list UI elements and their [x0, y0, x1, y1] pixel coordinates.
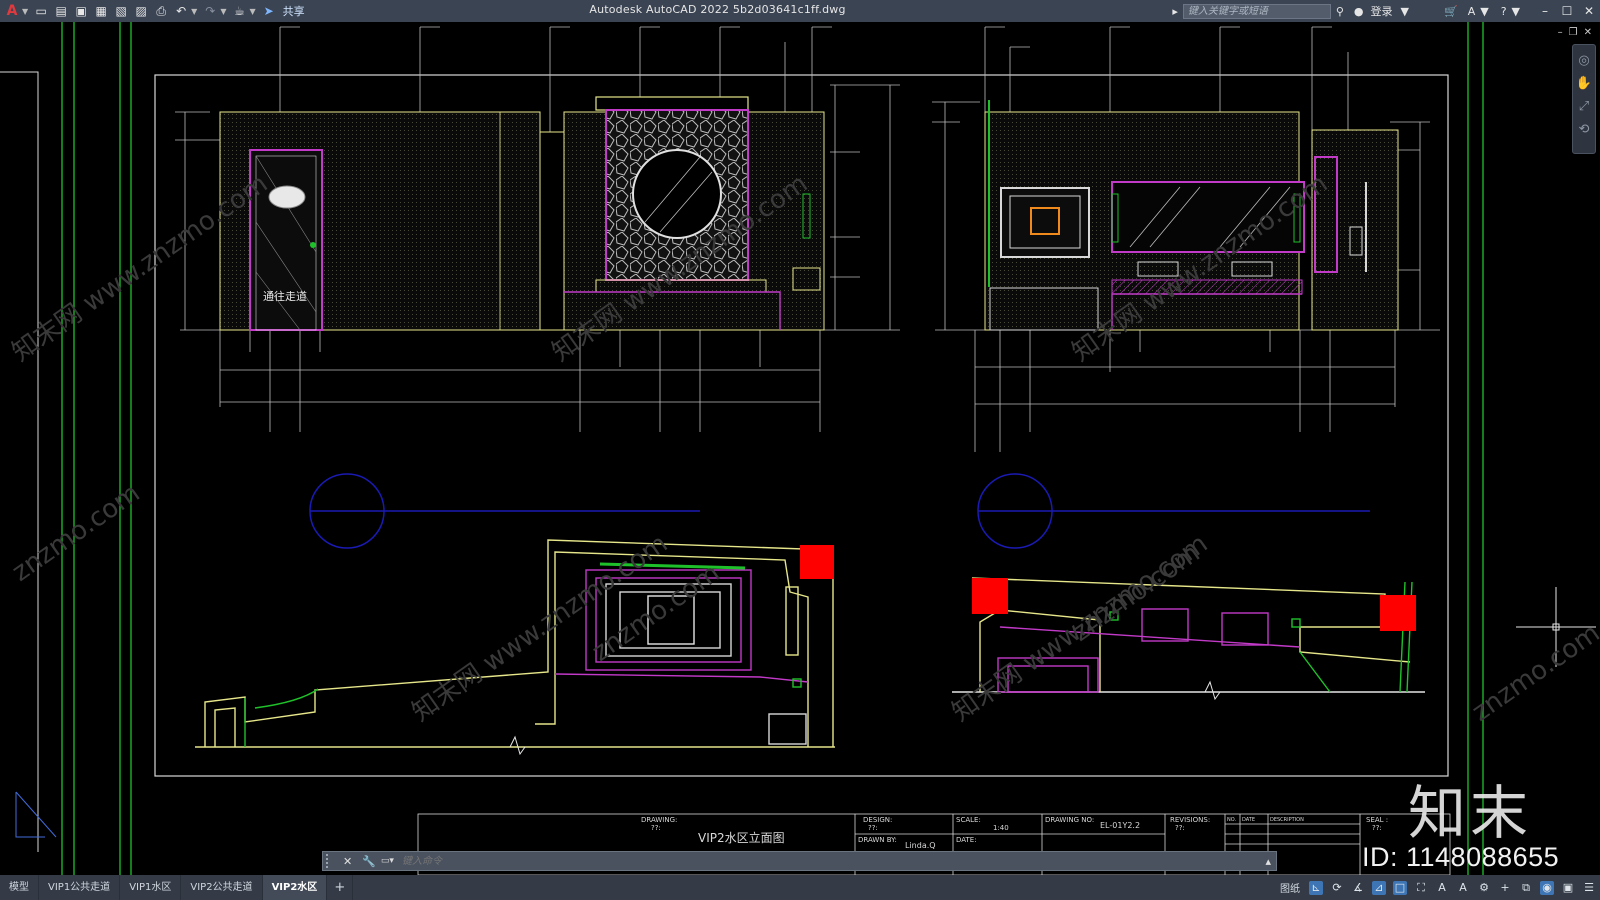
svg-text:znzmo.com: znzmo.com: [1467, 618, 1600, 728]
viewport-minimize-button[interactable]: –: [1558, 27, 1563, 38]
tb-design-value: ??:: [868, 824, 878, 832]
annotation-visibility-icon[interactable]: A: [1435, 881, 1449, 895]
column-block: [800, 545, 834, 579]
tb-drawn-by-label: DRAWN BY:: [858, 836, 897, 844]
tb-date-label: DATE:: [956, 836, 977, 844]
polar-tracking-icon[interactable]: ∡: [1351, 881, 1365, 895]
column-block: [1380, 595, 1416, 631]
user-icon[interactable]: ●: [1354, 5, 1364, 18]
svg-text:znzmo.com: znzmo.com: [7, 478, 146, 588]
customize-wrench-icon[interactable]: 🔧: [362, 855, 376, 868]
tab-vip1-wet-area[interactable]: VIP1水区: [120, 875, 182, 900]
clean-screen-icon[interactable]: ▣: [1561, 881, 1575, 895]
add-icon[interactable]: +: [1498, 881, 1512, 895]
login-button[interactable]: 登录: [1371, 3, 1393, 19]
section-markers: [309, 473, 1370, 549]
tb-scale-label: SCALE:: [956, 816, 981, 824]
orbit-icon[interactable]: ⟲: [1573, 122, 1595, 137]
pan-icon[interactable]: ✋: [1573, 76, 1595, 91]
tb-rev-col-date: DATE: [1242, 817, 1255, 823]
tb-design-label: DESIGN:: [863, 816, 892, 824]
navigation-bar[interactable]: ◎ ✋ ⤢ ⟲: [1572, 44, 1596, 154]
watermark-logo: 知末: [1408, 779, 1533, 847]
help-icon[interactable]: ?: [1501, 5, 1507, 18]
snap-mode-icon[interactable]: ⊾: [1309, 880, 1323, 895]
elevation-b: [932, 26, 1440, 452]
command-line-grip[interactable]: [326, 854, 334, 868]
tab-vip2-wet-area[interactable]: VIP2水区: [262, 875, 328, 900]
cart-icon[interactable]: 🛒: [1444, 5, 1458, 18]
viewport-restore-button[interactable]: ❐: [1569, 27, 1578, 38]
adjacent-sheet-frame: [0, 71, 57, 852]
search-icon[interactable]: ⚲: [1336, 5, 1344, 18]
tab-vip1-corridor[interactable]: VIP1公共走道: [39, 875, 121, 900]
hardware-acceleration-icon[interactable]: ◉: [1540, 880, 1554, 895]
watermark-id: ID: 1148088655: [1362, 842, 1560, 872]
status-toggles: 图纸 ⊾ ⟳ ∡ ⊿ □ ⛶ A A ⚙ + ⧉ ◉ ▣ ☰: [1280, 875, 1596, 900]
dynamic-ucs-icon[interactable]: ⟳: [1330, 881, 1344, 895]
elevation-a: [175, 26, 900, 432]
tb-drawing-label: DRAWING:: [641, 816, 677, 824]
object-snap-tracking-icon[interactable]: □: [1393, 880, 1407, 895]
tab-model[interactable]: 模型: [0, 875, 39, 900]
close-button[interactable]: ✕: [1578, 4, 1600, 18]
paper-space-button[interactable]: 图纸: [1280, 880, 1300, 895]
command-input[interactable]: [399, 854, 1261, 868]
column-block: [972, 578, 1008, 614]
tb-seal-value: ??:: [1372, 824, 1382, 832]
a360-dropdown-icon[interactable]: ▼: [1480, 5, 1488, 18]
zoom-extents-icon[interactable]: ⤢: [1573, 99, 1595, 114]
tb-revisions-value: ??:: [1175, 824, 1185, 832]
tb-drawing-no-value: EL-01Y2.2: [1100, 821, 1140, 830]
svg-text:znzmo.com: znzmo.com: [1067, 538, 1206, 648]
viewport-controls: – ❐ ✕: [1558, 27, 1592, 38]
help-dropdown-icon[interactable]: ▼: [1512, 5, 1520, 18]
search-input[interactable]: 键入关键字或短语: [1182, 3, 1331, 19]
maximize-button[interactable]: ☐: [1556, 4, 1578, 18]
add-layout-button[interactable]: +: [327, 875, 354, 900]
status-bar: 模型 VIP1公共走道 VIP1水区 VIP2公共走道 VIP2水区 + 图纸 …: [0, 875, 1600, 900]
command-line-expand-icon[interactable]: ▴: [1265, 855, 1271, 868]
expand-arrow-icon[interactable]: ▸: [1172, 5, 1178, 18]
auto-scale-icon[interactable]: A: [1456, 881, 1470, 895]
title-bar: A ▼ ▭ ▤ ▣ ▦ ▧ ▨ ⎙ ↶ ▼ ↷ ▼ ☕ ▼ ➤ 共享 Autod…: [0, 0, 1600, 22]
minimize-button[interactable]: –: [1534, 4, 1556, 18]
tb-rev-col-no: NO.: [1227, 817, 1236, 823]
tb-drawing-no-label: DRAWING NO:: [1045, 816, 1094, 824]
command-history-icon[interactable]: ▭▾: [381, 856, 394, 866]
title-right-tools: ▸ 键入关键字或短语 ⚲ ● 登录 ▼ 🛒 A ▼ ? ▼ – ☐ ✕: [1167, 0, 1600, 22]
tab-vip2-corridor[interactable]: VIP2公共走道: [181, 875, 263, 900]
customization-menu-icon[interactable]: ☰: [1582, 881, 1596, 895]
close-command-line-icon[interactable]: ✕: [343, 855, 352, 868]
tb-sheet-title: VIP2水区立面图: [698, 830, 785, 845]
object-snap-icon[interactable]: ⊿: [1372, 880, 1386, 895]
tb-scale-value: 1:40: [993, 824, 1009, 832]
viewport-close-button[interactable]: ✕: [1584, 27, 1592, 38]
autodesk-a360-icon[interactable]: A: [1468, 5, 1476, 18]
login-dropdown-icon[interactable]: ▼: [1401, 5, 1409, 18]
layout-tabs: 模型 VIP1公共走道 VIP1水区 VIP2公共走道 VIP2水区 +: [0, 875, 354, 900]
tb-revisions-label: REVISIONS:: [1170, 816, 1210, 824]
tb-drawing-value: ??:: [651, 824, 661, 832]
steering-wheel-icon[interactable]: ◎: [1573, 53, 1595, 68]
door-label: 通往走道: [263, 289, 307, 303]
workspace-gear-icon[interactable]: ⚙: [1477, 881, 1491, 895]
isolate-objects-icon[interactable]: ⧉: [1519, 881, 1533, 895]
command-line: ✕ 🔧 ▭▾ ▴: [322, 851, 1277, 871]
tb-rev-col-desc: DESCRIPTION: [1270, 817, 1304, 823]
tb-drawn-by-value: Linda.Q: [905, 841, 936, 850]
tb-seal-label: SEAL :: [1366, 816, 1388, 824]
drawing-canvas[interactable]: 通往走道 znzmo.com 知末网 www.znzmo.com 知末网 www…: [0, 22, 1600, 875]
annotation-scale-icon[interactable]: ⛶: [1414, 881, 1428, 895]
